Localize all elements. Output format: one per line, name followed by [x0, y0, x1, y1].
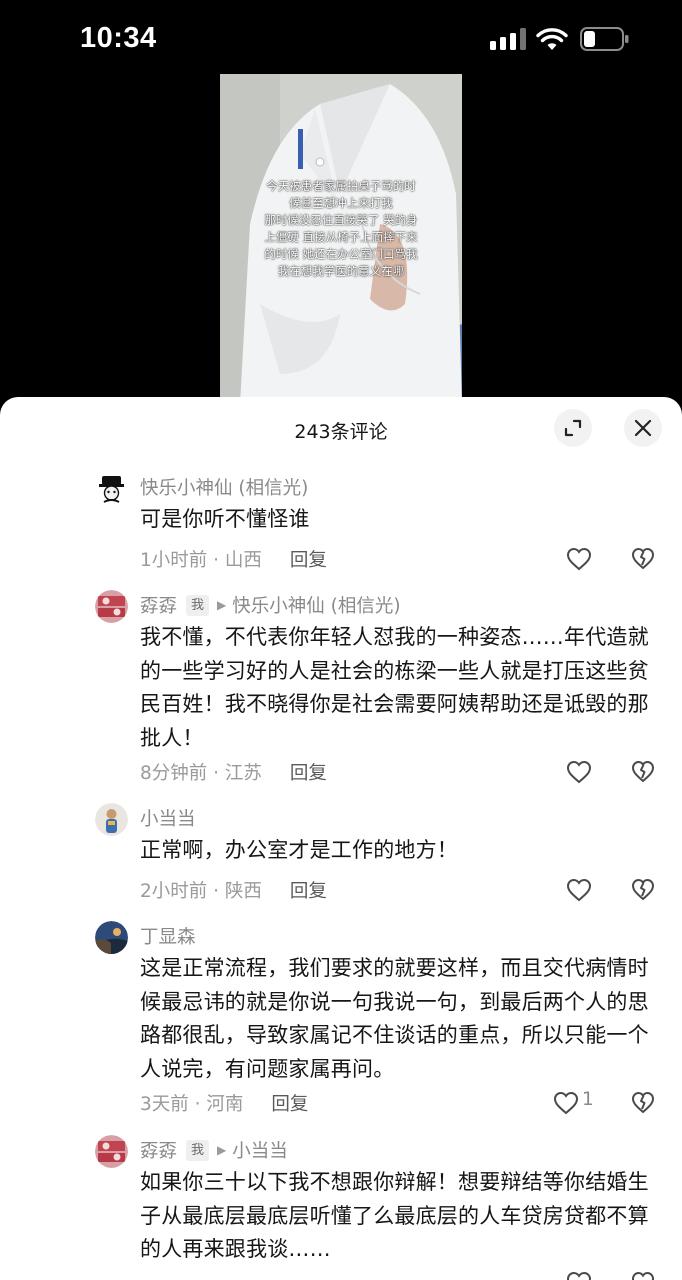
like-icon[interactable] — [566, 547, 592, 571]
comment-time-location: 8分钟前 · 江苏 — [140, 763, 262, 784]
like-count: 1 — [582, 1089, 594, 1110]
me-badge: 我 — [186, 594, 210, 616]
dislike-icon[interactable] — [631, 878, 655, 902]
status-bar: 10:34 — [0, 0, 682, 80]
comment-header: 丁显森 — [140, 921, 196, 951]
comment-meta: 2小时前 · 陕西 回复 — [140, 876, 327, 904]
avatar[interactable] — [95, 1135, 128, 1168]
reply-arrow-icon: ▶ — [217, 1143, 227, 1157]
avatar-image — [95, 921, 128, 954]
comment-username[interactable]: 孬孬 — [140, 1137, 177, 1163]
expand-button[interactable] — [554, 409, 592, 447]
comment-header: 快乐小神仙 (相信光) — [140, 472, 308, 502]
like-icon[interactable] — [553, 1091, 579, 1115]
comment-header: 孬孬 我 ▶ 小当当 — [140, 1135, 288, 1165]
like-icon[interactable] — [566, 760, 592, 784]
avatar-image — [95, 590, 128, 623]
reply-button[interactable]: 回复 — [290, 759, 327, 785]
video-caption: 今天被患者家属拍桌子骂的时 候甚至想冲上来打我 那时候没忍住直接哭了 哭的身 上… — [264, 179, 418, 278]
sheet-header: 243条评论 — [0, 397, 682, 463]
reply-to-username[interactable]: 快乐小神仙 (相信光) — [232, 592, 400, 618]
comment-time-location: 2小时前 · 陕西 — [140, 881, 262, 902]
reply-arrow-icon: ▶ — [217, 598, 227, 612]
like-icon[interactable] — [566, 1271, 592, 1280]
comment-text: 正常啊，办公室才是工作的地方！ — [140, 838, 458, 862]
status-time: 10:34 — [80, 22, 157, 54]
comments-sheet: 243条评论 快乐小神仙 (相信光) 可是你听不懂怪谁 1小时前 · 山西 回复… — [0, 397, 682, 1280]
signal-icon — [490, 28, 526, 50]
comment-text: 这是正常流程，我们要求的就要这样，而且交代病情时候最忌讳的就是你说一句我说一句，… — [140, 956, 649, 1081]
screen: 10:34 今天被患者家属拍桌子骂的时 候甚至想冲上来打我 那时候没忍住直接哭了… — [0, 0, 682, 1280]
comment-username[interactable]: 快乐小神仙 (相信光) — [140, 474, 308, 500]
comment-meta: 3天前 · 河南 回复 — [140, 1089, 308, 1117]
reply-to-username[interactable]: 小当当 — [232, 1137, 288, 1163]
close-icon — [634, 419, 652, 437]
dislike-icon[interactable] — [631, 1271, 655, 1280]
video-player[interactable]: 今天被患者家属拍桌子骂的时 候甚至想冲上来打我 那时候没忍住直接哭了 哭的身 上… — [220, 74, 462, 404]
comment-meta: 8分钟前 · 江苏 回复 — [140, 758, 327, 786]
dislike-icon[interactable] — [631, 760, 655, 784]
reply-button[interactable]: 回复 — [290, 546, 327, 572]
avatar-image — [95, 803, 128, 836]
avatar[interactable] — [95, 803, 128, 836]
me-badge: 我 — [186, 1139, 210, 1161]
like-icon[interactable] — [566, 878, 592, 902]
dislike-icon[interactable] — [631, 547, 655, 571]
comment-header: 孬孬 我 ▶ 快乐小神仙 (相信光) — [140, 590, 401, 620]
comment-username[interactable]: 孬孬 — [140, 592, 177, 618]
avatar[interactable] — [95, 590, 128, 623]
comment-header: 小当当 — [140, 803, 196, 833]
reply-button[interactable]: 回复 — [271, 1090, 308, 1116]
avatar[interactable] — [95, 472, 128, 505]
close-button[interactable] — [624, 409, 662, 447]
comment-username[interactable]: 丁显森 — [140, 923, 196, 949]
comment-text: 我不懂，不代表你年轻人怼我的一种姿态……年代造就的一些学习好的人是社会的栋梁一些… — [140, 625, 649, 750]
comment-text: 可是你听不懂怪谁 — [140, 507, 310, 531]
wifi-icon — [536, 28, 568, 50]
avatar-image — [95, 472, 128, 505]
battery-icon — [580, 27, 629, 51]
comment-time-location: 3天前 · 河南 — [140, 1094, 244, 1115]
reply-button[interactable]: 回复 — [290, 877, 327, 903]
avatar-image — [95, 1135, 128, 1168]
expand-icon — [564, 419, 582, 437]
comment-meta: 1小时前 · 山西 回复 — [140, 545, 327, 573]
avatar[interactable] — [95, 921, 128, 954]
comment-username[interactable]: 小当当 — [140, 805, 196, 831]
comment-text: 如果你三十以下我不想跟你辩解！想要辩结等你结婚生子从最底层最底层听懂了么最底层的… — [140, 1170, 649, 1261]
dislike-icon[interactable] — [631, 1091, 655, 1115]
comment-time-location: 1小时前 · 山西 — [140, 550, 262, 571]
